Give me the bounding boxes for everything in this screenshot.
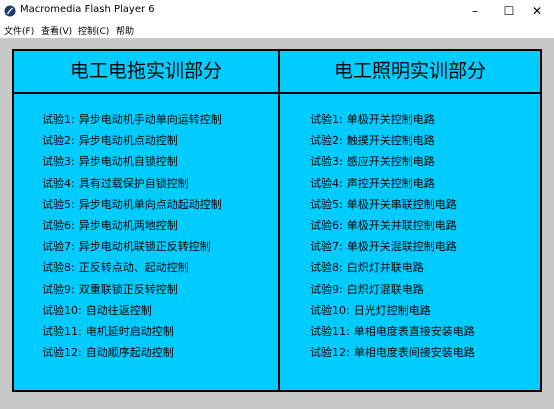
experiment-number: 试验11: <box>310 324 350 338</box>
motor-experiment-item[interactable]: 试验6: 异步电动机两地控制 <box>42 215 226 236</box>
experiment-number: 试验7: <box>42 240 75 254</box>
experiment-number: 试验12: <box>310 346 350 360</box>
experiment-number: 试验5: <box>310 197 343 211</box>
experiment-number: 试验9: <box>310 282 343 296</box>
experiment-title: 双重联锁正反转控制 <box>78 282 178 296</box>
experiment-title: 单极开关混联控制电路 <box>346 240 457 254</box>
experiment-number: 试验8: <box>42 261 75 275</box>
lighting-experiment-item[interactable]: 试验4: 声控开关控制电路 <box>310 173 479 194</box>
experiment-title: 白炽灯混联电路 <box>346 282 424 296</box>
experiment-number: 试验10: <box>42 303 82 317</box>
experiment-title: 日光灯控制电路 <box>353 303 431 317</box>
lighting-experiment-item[interactable]: 试验5: 单极开关串联控制电路 <box>310 194 479 215</box>
motor-experiment-item[interactable]: 试验9: 双重联锁正反转控制 <box>42 279 226 300</box>
experiment-title: 具有过载保护自锁控制 <box>78 176 189 190</box>
motor-experiment-list: 试验1: 异步电动机手动单向运转控制 试验2: 异步电动机点动控制 试验3: 异步电动机自… <box>42 109 226 363</box>
column-divider <box>278 51 280 390</box>
experiment-title: 异步电动机点动控制 <box>78 134 178 148</box>
experiment-number: 试验1: <box>310 113 343 126</box>
lighting-experiment-item[interactable]: 试验8: 白炽灯并联电路 <box>310 257 479 278</box>
experiment-title: 触摸开关控制电路 <box>346 134 435 148</box>
lighting-experiment-item[interactable]: 试验7: 单极开关混联控制电路 <box>310 236 479 257</box>
experiment-title: 正反转点动、起动控制 <box>78 261 189 275</box>
experiment-title: 异步电动机两地控制 <box>78 218 178 232</box>
experiment-number: 试验6: <box>310 218 343 232</box>
menu-file[interactable]: 文件(F) <box>4 24 34 37</box>
lighting-experiment-item[interactable]: 试验6: 单极开关并联控制电路 <box>310 215 479 236</box>
experiment-title: 自动往返控制 <box>85 303 152 317</box>
lighting-experiment-item[interactable]: 试验2: 触摸开关控制电路 <box>310 130 479 151</box>
motor-experiment-item[interactable]: 试验5: 异步电动机单向点动起动控制 <box>42 194 226 215</box>
lighting-experiment-item[interactable]: 试验3: 感应开关控制电路 <box>310 151 479 172</box>
experiment-number: 试验11: <box>42 324 82 338</box>
motor-experiment-item[interactable]: 试验4: 具有过载保护自锁控制 <box>42 173 226 194</box>
experiment-title: 声控开关控制电路 <box>346 176 435 190</box>
close-button[interactable]: ✕ <box>520 0 554 22</box>
lighting-experiment-item[interactable]: 试验11: 单相电度表直接安装电路 <box>310 321 479 342</box>
menu-help[interactable]: 帮助 <box>116 24 134 37</box>
title-bar: Macromedia Flash Player 6 – ☐ ✕ <box>0 0 554 22</box>
experiment-title: 单极开关串联控制电路 <box>346 197 457 211</box>
experiment-number: 试验5: <box>42 197 75 211</box>
menu-control[interactable]: 控制(C) <box>78 24 109 37</box>
motor-experiment-item[interactable]: 试验3: 异步电动机自锁控制 <box>42 151 226 172</box>
experiment-title: 异步电动机联锁正反转控制 <box>78 240 211 254</box>
experiment-number: 试验7: <box>310 240 343 254</box>
experiment-title: 白炽灯并联电路 <box>346 261 424 275</box>
experiment-title: 自动顺序起动控制 <box>85 346 174 360</box>
experiment-title: 单相电度表直接安装电路 <box>353 324 475 338</box>
experiment-number: 试验12: <box>42 346 82 360</box>
experiment-number: 试验9: <box>42 282 75 296</box>
flash-player-icon <box>4 5 16 17</box>
lighting-experiment-item[interactable]: 试验10: 日光灯控制电路 <box>310 300 479 321</box>
motor-experiment-item[interactable]: 试验1: 异步电动机手动单向运转控制 <box>42 109 226 130</box>
flash-stage: 电工电拖实训部分 电工照明实训部分 试验1: 异步电动机手动单向运转控制 试验2: 异… <box>0 38 554 409</box>
experiment-title: 感应开关控制电路 <box>346 155 435 169</box>
menu-view[interactable]: 查看(V) <box>41 24 72 37</box>
experiment-number: 试验3: <box>42 155 75 169</box>
motor-experiment-item[interactable]: 试验2: 异步电动机点动控制 <box>42 130 226 151</box>
lighting-experiment-item[interactable]: 试验12: 单相电度表间接安装电路 <box>310 342 479 363</box>
experiment-number: 试验8: <box>310 261 343 275</box>
experiment-title: 单极开关并联控制电路 <box>346 218 457 232</box>
left-column-title: 电工电拖实训部分 <box>69 60 222 82</box>
menu-bar: 文件(F) 查看(V) 控制(C) 帮助 <box>0 22 554 38</box>
experiment-title: 异步电动机自锁控制 <box>78 155 178 169</box>
experiment-title: 单极开关控制电路 <box>346 113 435 126</box>
experiment-number: 试验10: <box>310 303 350 317</box>
minimize-button[interactable]: – <box>458 0 492 22</box>
experiment-number: 试验3: <box>310 155 343 169</box>
experiment-title: 单相电度表间接安装电路 <box>353 346 475 360</box>
experiment-title: 异步电动机手动单向运转控制 <box>78 113 222 126</box>
lighting-experiment-item[interactable]: 试验9: 白炽灯混联电路 <box>310 279 479 300</box>
right-column-title: 电工照明实训部分 <box>333 60 486 82</box>
experiment-number: 试验2: <box>310 134 343 148</box>
experiment-number: 试验1: <box>42 113 75 126</box>
lighting-experiment-item[interactable]: 试验1: 单极开关控制电路 <box>310 109 479 130</box>
window-title: Macromedia Flash Player 6 <box>20 4 155 15</box>
header-divider <box>14 92 540 94</box>
experiment-number: 试验2: <box>42 134 75 148</box>
lighting-experiment-list: 试验1: 单极开关控制电路 试验2: 触摸开关控制电路 试验3: 感应开关控制电路 试验4:… <box>310 109 479 363</box>
experiment-title: 电机延时启动控制 <box>85 324 174 338</box>
experiment-title: 异步电动机单向点动起动控制 <box>78 197 222 211</box>
motor-experiment-item[interactable]: 试验12: 自动顺序起动控制 <box>42 342 226 363</box>
experiment-number: 试验6: <box>42 218 75 232</box>
motor-experiment-item[interactable]: 试验11: 电机延时启动控制 <box>42 321 226 342</box>
motor-experiment-item[interactable]: 试验8: 正反转点动、起动控制 <box>42 257 226 278</box>
experiment-number: 试验4: <box>42 176 75 190</box>
experiment-number: 试验4: <box>310 176 343 190</box>
motor-experiment-item[interactable]: 试验7: 异步电动机联锁正反转控制 <box>42 236 226 257</box>
experiment-panel: 电工电拖实训部分 电工照明实训部分 试验1: 异步电动机手动单向运转控制 试验2: 异… <box>12 49 542 392</box>
motor-experiment-item[interactable]: 试验10: 自动往返控制 <box>42 300 226 321</box>
